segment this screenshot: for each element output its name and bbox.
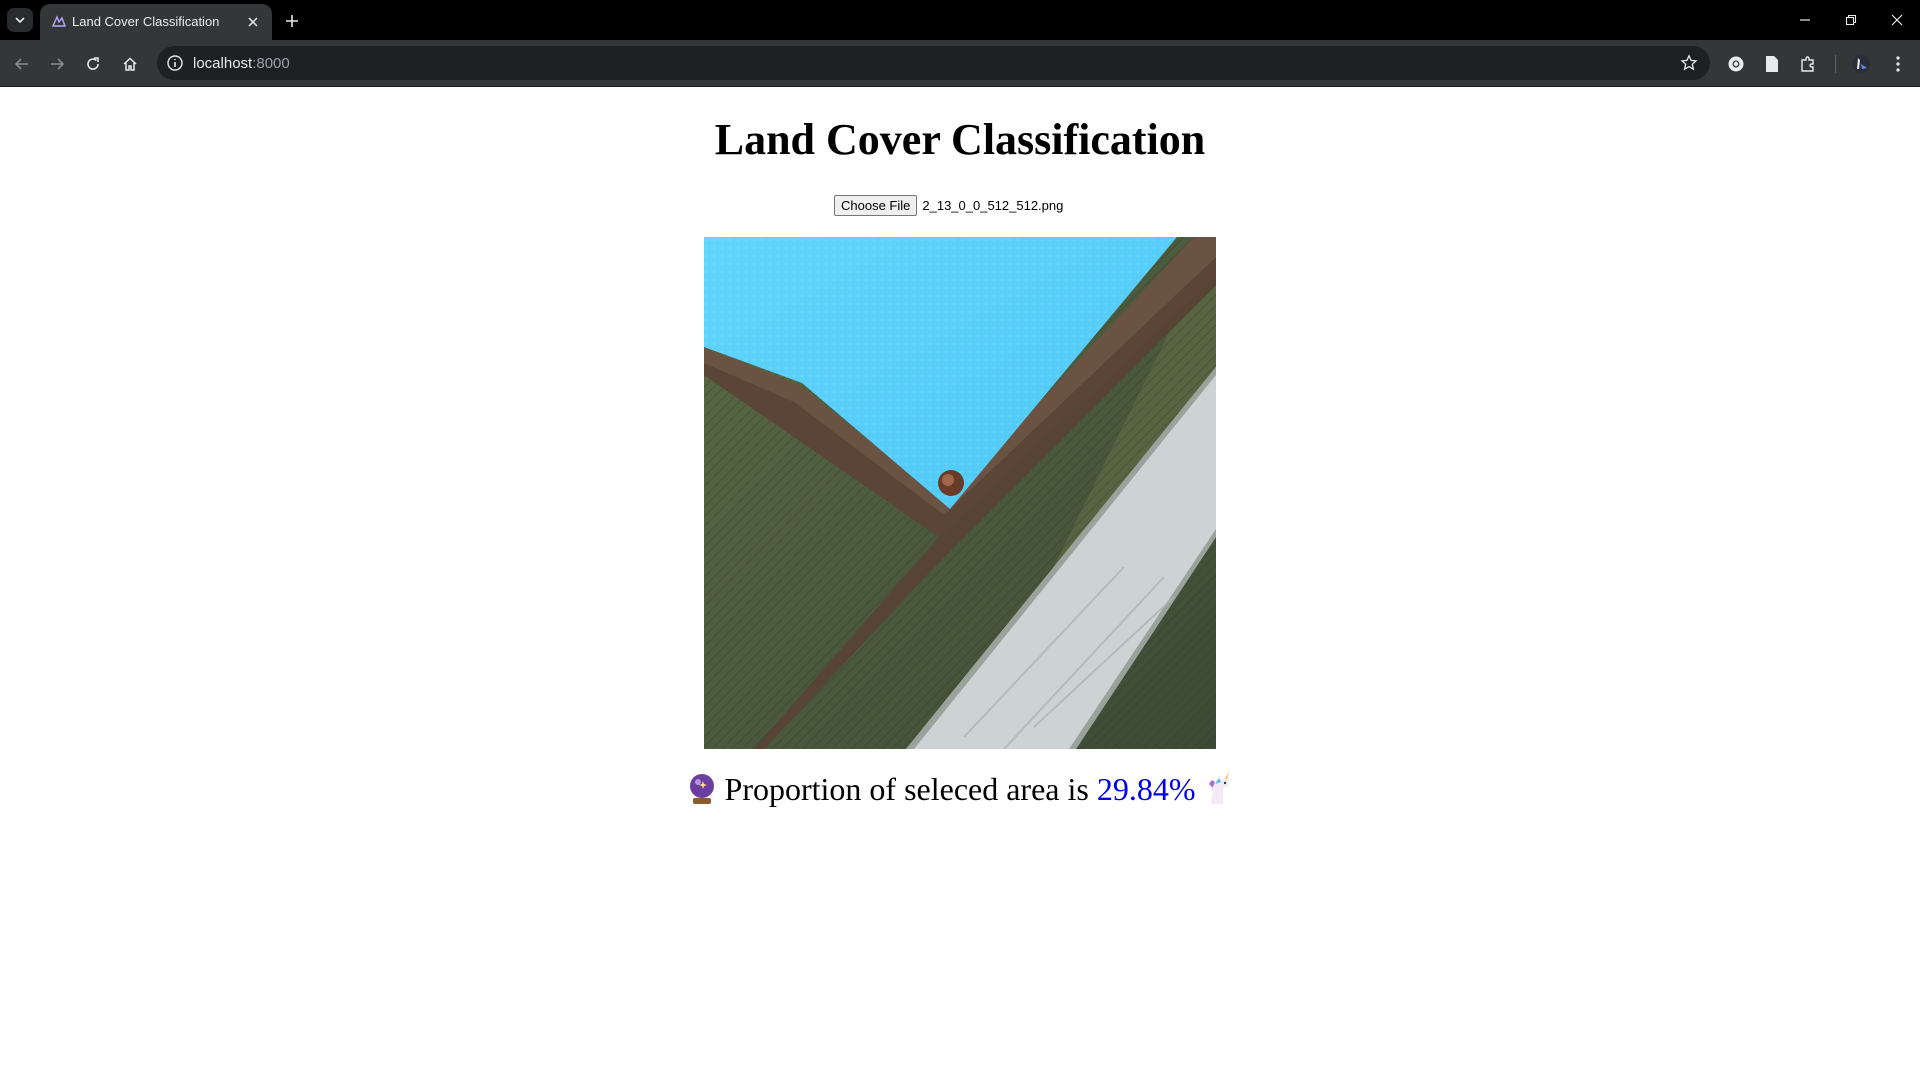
avatar-icon (1852, 55, 1870, 73)
address-bar[interactable]: localhost:8000 (157, 46, 1710, 80)
restore-button[interactable] (1828, 0, 1874, 40)
active-tab[interactable]: Land Cover Classification (40, 4, 272, 40)
tab-title: Land Cover Classification (72, 14, 220, 29)
home-icon (123, 57, 137, 71)
choose-file-button[interactable]: Choose File (834, 194, 918, 216)
plus-icon (286, 15, 298, 27)
arrow-right-icon (51, 58, 65, 70)
unicorn-icon (1209, 772, 1230, 804)
page-content: Land Cover Classification Choose File 2_… (0, 88, 1920, 1080)
reload-icon (87, 57, 99, 70)
browser-toolbar: localhost:8000 (0, 40, 1920, 87)
classification-result-image (704, 237, 1216, 749)
url-port: :8000 (252, 55, 290, 72)
info-icon[interactable] (166, 54, 184, 72)
profile-button[interactable] (1850, 53, 1872, 75)
tab-close-button[interactable] (244, 13, 262, 31)
document-icon (1766, 56, 1778, 72)
home-button[interactable] (117, 51, 143, 77)
app-favicon-icon (51, 15, 67, 27)
result-prefix: Proportion of seleced area is (724, 771, 1089, 807)
crystal-ball-icon (689, 774, 714, 804)
new-tab-button[interactable] (281, 10, 303, 32)
puzzle-icon (1801, 56, 1814, 72)
close-icon (248, 17, 258, 27)
extensions-button[interactable] (1797, 53, 1819, 75)
menu-button[interactable] (1887, 53, 1909, 75)
reload-button[interactable] (80, 51, 106, 77)
arrow-left-icon (14, 58, 28, 70)
result-percentage: 29.84% (1096, 771, 1196, 807)
url-host: localhost (193, 55, 253, 72)
file-input: Choose File 2_13_0_0_512_512.png (834, 194, 1063, 216)
aerial-image (704, 237, 1216, 749)
minimize-button[interactable] (1782, 0, 1828, 40)
result-text: Proportion of seleced area is 29.84% (0, 771, 1920, 808)
forward-button[interactable] (44, 51, 70, 77)
toolbar-separator (1835, 55, 1836, 73)
tab-search-button[interactable] (7, 8, 33, 32)
chrome-extension-icon (1728, 56, 1744, 72)
selected-file-name: 2_13_0_0_512_512.png (922, 197, 1064, 213)
minimize-icon (1800, 19, 1810, 21)
browser-tab-bar: Land Cover Classification (0, 0, 1920, 40)
close-window-button[interactable] (1874, 0, 1920, 40)
back-button[interactable] (9, 51, 35, 77)
star-icon[interactable] (1680, 54, 1698, 72)
close-icon (1891, 14, 1903, 26)
restore-icon (1845, 14, 1857, 26)
extension-chrome-button[interactable] (1725, 53, 1747, 75)
page-title: Land Cover Classification (714, 115, 1206, 164)
more-vert-icon (1896, 56, 1900, 72)
reading-list-button[interactable] (1761, 53, 1783, 75)
url-text: localhost:8000 (193, 55, 290, 72)
chevron-down-icon (15, 17, 25, 24)
